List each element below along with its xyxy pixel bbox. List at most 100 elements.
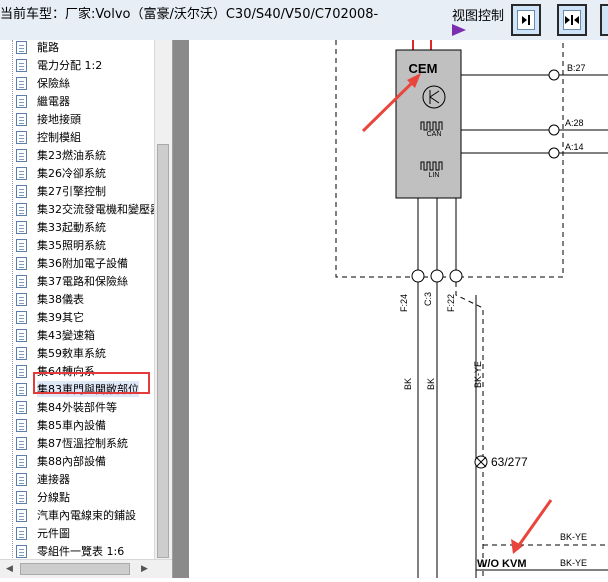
document-icon xyxy=(16,346,27,360)
document-icon xyxy=(16,274,27,288)
tree-item[interactable]: 集87恆溫控制系統 xyxy=(16,434,128,452)
tree-item[interactable]: 連接器 xyxy=(16,470,70,488)
tree-item[interactable]: 分線點 xyxy=(16,488,70,506)
component-tree-panel: 龍路電力分配 1:2 保險絲繼電器接地接頭控制模組集23燃油系統 集26冷卻系統 集2… xyxy=(0,40,173,578)
scroll-right-icon[interactable]: ▶ xyxy=(137,562,152,576)
lin-label: LIN xyxy=(429,172,440,179)
document-icon xyxy=(16,238,27,252)
tree-item-label: 集39其它 xyxy=(37,311,84,324)
right-wire-label-1: BK-YE xyxy=(560,532,587,542)
document-icon xyxy=(16,400,27,414)
toolbar: 当前车型：厂家:Volvo（富豪/沃尔沃）C30/S40/V50/C702008… xyxy=(0,0,608,41)
tree-item[interactable]: 集33起動系統 xyxy=(16,218,106,236)
tree-item[interactable]: 集27引擎控制 xyxy=(16,182,106,200)
document-icon xyxy=(16,256,27,270)
tree-item-label: 集26冷卻系統 xyxy=(37,167,106,180)
tree-item[interactable]: 集38儀表 xyxy=(16,290,84,308)
document-icon xyxy=(16,310,27,324)
tree-item-label: 零組件一覽表 1:6 xyxy=(37,545,125,558)
connector-a28: A:28 xyxy=(565,118,584,128)
document-icon xyxy=(16,58,27,72)
pin-c3: C:3 xyxy=(423,292,433,306)
annotation-arrow-kvm xyxy=(515,499,553,549)
pin-f24: F:24 xyxy=(399,294,409,312)
tree-item[interactable]: 零組件一覽表 1:6 xyxy=(16,542,124,560)
tree-item-label: 汽車內電線束的鋪設 xyxy=(37,509,136,522)
tree-item[interactable]: 集39其它 xyxy=(16,308,84,326)
vertical-scrollbar[interactable] xyxy=(154,40,172,560)
can-label: CAN xyxy=(427,131,442,138)
tree-item[interactable]: 汽車內電線束的鋪設 xyxy=(16,506,136,524)
tree-item-label: 保險絲 xyxy=(37,77,70,90)
tree-item[interactable]: 集43變速箱 xyxy=(16,326,95,344)
tree-item[interactable]: 集85車內設備 xyxy=(16,416,106,434)
collapse-panel-button[interactable] xyxy=(511,4,541,36)
tree-item[interactable]: 龍路 xyxy=(16,40,59,56)
tree-item-label: 分線點 xyxy=(37,491,70,504)
panel-splitter[interactable] xyxy=(173,40,189,578)
tree-item[interactable]: 集88內部設備 xyxy=(16,452,106,470)
tree-item-label: 集43變速箱 xyxy=(37,329,95,342)
tree-item[interactable]: 集37電路和保險絲 xyxy=(16,272,128,290)
tree-item[interactable]: 繼電器 xyxy=(16,92,70,110)
document-icon xyxy=(16,130,27,144)
page-title: 当前车型：厂家:Volvo（富豪/沃尔沃）C30/S40/V50/C702008… xyxy=(0,7,379,22)
tree-item[interactable]: 電力分配 1:2 xyxy=(16,56,102,74)
split-arrows-icon xyxy=(565,15,579,25)
document-icon xyxy=(16,526,27,540)
tree-item[interactable]: 保險絲 xyxy=(16,74,70,92)
tree-item[interactable]: 集32交流發電機和變壓器 xyxy=(16,200,161,218)
document-icon xyxy=(16,40,27,54)
tree-guide-line xyxy=(12,40,14,560)
wiring-diagram: CEM CAN LIN B:27 A:28 A:14 F:24 C:3 F:22… xyxy=(189,40,608,578)
tree-item[interactable]: 接地接頭 xyxy=(16,110,81,128)
tree-item-label: 集87恆溫控制系統 xyxy=(37,437,128,450)
document-icon xyxy=(16,148,27,162)
document-icon xyxy=(16,166,27,180)
split-view-button[interactable] xyxy=(557,4,587,36)
tree-item-label: 電力分配 1:2 xyxy=(37,59,103,72)
tree-item-label: 元件圖 xyxy=(37,527,70,540)
tree-item[interactable]: 控制模組 xyxy=(16,128,81,146)
connector-a14: A:14 xyxy=(565,142,584,152)
wire-color-bk-1: BK xyxy=(403,378,413,390)
variant-label: W/O KVM xyxy=(477,558,527,570)
document-icon xyxy=(16,220,27,234)
horizontal-scrollbar[interactable]: ◀ ▶ xyxy=(0,559,172,578)
arrow-right-bar-icon xyxy=(522,15,530,25)
tree-item[interactable]: 集23燃油系統 xyxy=(16,146,106,164)
vertical-scroll-thumb[interactable] xyxy=(157,144,169,558)
document-icon xyxy=(16,544,27,558)
document-icon xyxy=(16,472,27,486)
tree-item-label: 接地接頭 xyxy=(37,113,81,126)
pin-f22: F:22 xyxy=(446,294,456,312)
tree-item-label: 控制模組 xyxy=(37,131,81,144)
document-icon xyxy=(16,490,27,504)
document-icon xyxy=(16,508,27,522)
document-icon xyxy=(16,76,27,90)
document-icon xyxy=(16,382,27,396)
tree-item[interactable]: 集59敕車系統 xyxy=(16,344,106,362)
tree-item-label: 集32交流發電機和變壓器 xyxy=(37,203,161,216)
pointer-icon xyxy=(452,24,466,36)
tree-item-label: 龍路 xyxy=(37,41,59,54)
next-toolbar-button[interactable] xyxy=(600,4,608,36)
tree-item[interactable]: 元件圖 xyxy=(16,524,70,542)
tree-item-label: 集85車內設備 xyxy=(37,419,106,432)
tree-item-label: 集27引擎控制 xyxy=(37,185,106,198)
right-wire-label-2: BK-YE xyxy=(560,558,587,568)
tree-item-label: 集37電路和保險絲 xyxy=(37,275,128,288)
tree-item-label: 集38儀表 xyxy=(37,293,84,306)
tree-item[interactable]: 集35照明系統 xyxy=(16,236,106,254)
wiring-diagram-canvas: CEM CAN LIN B:27 A:28 A:14 F:24 C:3 F:22… xyxy=(335,40,608,578)
tree-item[interactable]: 集36附加電子設備 xyxy=(16,254,128,272)
tree-item[interactable]: 集26冷卻系統 xyxy=(16,164,106,182)
document-icon xyxy=(16,292,27,306)
tree-item-label: 集33起動系統 xyxy=(37,221,106,234)
document-icon xyxy=(16,112,27,126)
tree-item-label: 集23燃油系統 xyxy=(37,149,106,162)
tree-item[interactable]: 集84外裝部件等 xyxy=(16,398,117,416)
scroll-left-icon[interactable]: ◀ xyxy=(2,562,17,576)
wire-color-bkye: BK-YE xyxy=(473,361,483,388)
horizontal-scroll-thumb[interactable] xyxy=(20,563,130,575)
